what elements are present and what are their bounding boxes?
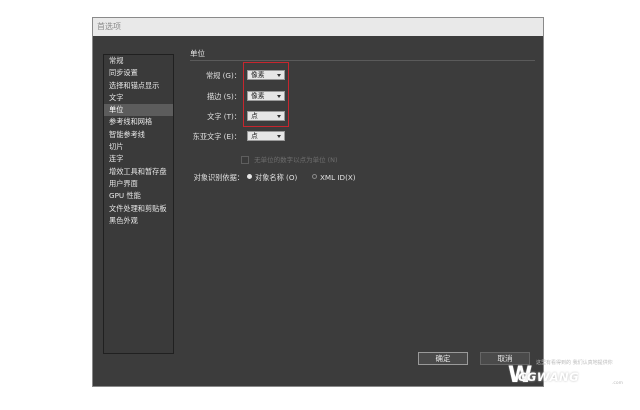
general-unit-value: 像素 xyxy=(251,71,265,79)
sidebar-item-file-clipboard[interactable]: 文件处理和剪贴板 xyxy=(104,203,173,215)
sidebar-item-gpu-performance[interactable]: GPU 性能 xyxy=(104,190,173,202)
cgwang-watermark: 这里有看得到的 我们认真地提供你 W CGWANG .com xyxy=(508,357,638,393)
type-unit-select[interactable]: 点 xyxy=(247,111,285,121)
sidebar-item-units[interactable]: 单位 xyxy=(104,104,173,117)
unitless-points-checkbox[interactable] xyxy=(241,156,249,164)
object-name-label: 对象名称 (O) xyxy=(255,173,298,182)
east-asian-unit-label: 东亚文字 (E)： xyxy=(192,132,241,141)
watermark-tagline: 这里有看得到的 我们认真地提供你 xyxy=(536,360,613,366)
sidebar-item-user-interface[interactable]: 用户界面 xyxy=(104,178,173,190)
type-unit-label: 文字 (T)： xyxy=(207,112,241,121)
chevron-down-icon xyxy=(277,115,281,118)
ok-button[interactable]: 确定 xyxy=(418,352,468,365)
xml-id-label: XML ID(X) xyxy=(320,173,356,182)
type-unit-value: 点 xyxy=(251,112,258,120)
sidebar-item-general[interactable]: 常规 xyxy=(104,55,173,67)
general-unit-select[interactable]: 像素 xyxy=(247,70,285,80)
sidebar-item-selection-anchor[interactable]: 选择和锚点显示 xyxy=(104,80,173,92)
sidebar-item-guides-grid[interactable]: 参考线和网格 xyxy=(104,116,173,128)
unitless-points-checkbox-row: 无单位的数字以点为单位 (N) xyxy=(241,154,338,164)
watermark-suffix: .com xyxy=(612,381,624,386)
object-id-label: 对象识别依据： xyxy=(193,173,244,182)
preferences-dialog: 首选项 常规 同步设置 选择和锚点显示 文字 单位 参考线和网格 智能参考线 切… xyxy=(92,17,544,387)
unitless-points-label: 无单位的数字以点为单位 (N) xyxy=(254,156,338,164)
stroke-unit-value: 像素 xyxy=(251,92,265,100)
stroke-unit-label: 描边 (S)： xyxy=(206,92,241,101)
section-divider xyxy=(190,60,535,61)
xml-id-radio[interactable] xyxy=(312,174,317,179)
units-section-title: 单位 xyxy=(190,49,205,58)
east-asian-unit-select[interactable]: 点 xyxy=(247,131,285,141)
sidebar-item-type[interactable]: 文字 xyxy=(104,92,173,104)
preferences-sidebar: 常规 同步设置 选择和锚点显示 文字 单位 参考线和网格 智能参考线 切片 连字… xyxy=(103,54,174,354)
sidebar-item-slices[interactable]: 切片 xyxy=(104,141,173,153)
sidebar-item-plugins-scratch[interactable]: 增效工具和暂存盘 xyxy=(104,166,173,178)
chevron-down-icon xyxy=(277,74,281,77)
sidebar-item-hyphenation[interactable]: 连字 xyxy=(104,153,173,165)
stroke-unit-select[interactable]: 像素 xyxy=(247,91,285,101)
sidebar-item-sync-settings[interactable]: 同步设置 xyxy=(104,67,173,79)
sidebar-item-smart-guides[interactable]: 智能参考线 xyxy=(104,129,173,141)
east-asian-unit-value: 点 xyxy=(251,132,258,140)
general-unit-label: 常规 (G)： xyxy=(205,71,241,80)
chevron-down-icon xyxy=(277,95,281,98)
dialog-title: 首选项 xyxy=(93,18,543,36)
sidebar-item-black-appearance[interactable]: 黑色外观 xyxy=(104,215,173,227)
chevron-down-icon xyxy=(277,135,281,138)
watermark-brand: CGWANG xyxy=(518,370,580,384)
object-name-radio[interactable] xyxy=(247,174,252,179)
